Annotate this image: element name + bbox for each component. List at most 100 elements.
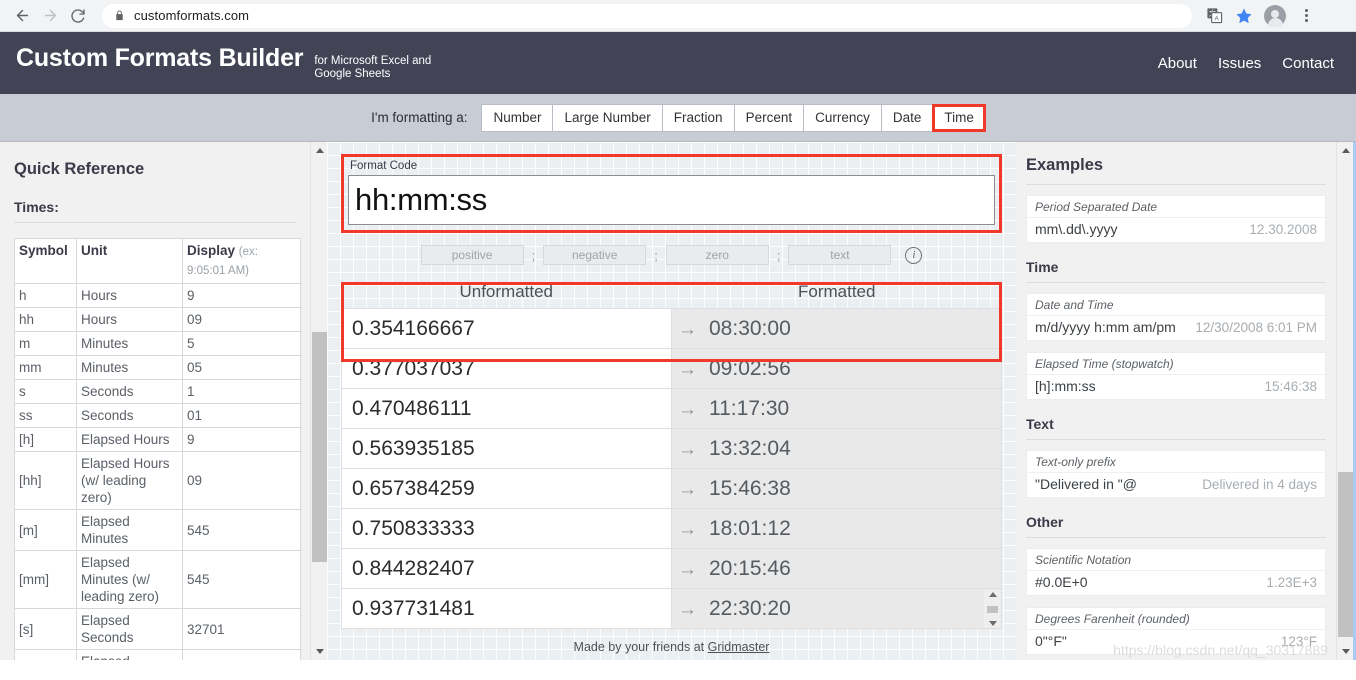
footer-text: Made by your friends at — [573, 640, 708, 654]
col-symbol: Symbol — [14, 238, 77, 284]
chip-text[interactable]: text — [788, 245, 892, 265]
kebab-menu-icon[interactable] — [1292, 2, 1320, 30]
table-row: m Minutes 5 — [14, 331, 301, 356]
url-text: customformats.com — [134, 8, 250, 23]
cell-unit: Hours — [76, 283, 183, 308]
address-bar[interactable]: customformats.com — [102, 3, 1192, 28]
example-card[interactable]: Scientific Notation #0.0E+0 1.23E+3 — [1026, 548, 1326, 596]
table-row: [mm] Elapsed Minutes (w/ leading zero) 545 — [14, 550, 301, 609]
info-icon[interactable]: i — [905, 246, 923, 264]
tab-fraction[interactable]: Fraction — [661, 103, 735, 132]
formatted-value: 18:01:12 — [709, 516, 791, 540]
right-scrollbar[interactable] — [1336, 142, 1353, 660]
scrollbar-thumb[interactable] — [1338, 472, 1353, 637]
watermark: https://blog.csdn.net/qq_30317889 — [1113, 642, 1328, 658]
nav-link-about[interactable]: About — [1158, 55, 1197, 72]
scroll-down-icon[interactable] — [1337, 643, 1354, 660]
example-card[interactable]: Elapsed Time (stopwatch) [h]:mm:ss 15:46:3… — [1026, 352, 1326, 400]
quick-reference-title: Quick Reference — [14, 160, 145, 178]
chip-positive[interactable]: positive — [420, 245, 524, 265]
table-row: ss Seconds 01 — [14, 403, 301, 428]
star-icon[interactable] — [1230, 2, 1258, 30]
table-row: hh Hours 09 — [14, 307, 301, 332]
col-unit: Unit — [76, 238, 183, 284]
cell-symbol: h — [14, 283, 77, 308]
cell-formatted: → 15:46:38 — [671, 468, 1002, 509]
example-card[interactable]: Text-only prefix "Delivered in "@ Delivere… — [1026, 450, 1326, 498]
cell-formatted: → 22:30:20 — [671, 588, 1002, 629]
cell-symbol: s — [14, 379, 77, 404]
cell-display: 1 — [182, 379, 301, 404]
cell-symbol: [m] — [14, 509, 77, 551]
arrow-icon: → — [678, 598, 697, 620]
conversion-scrollbar[interactable] — [984, 590, 1001, 628]
chip-negative[interactable]: negative — [543, 245, 647, 265]
example-card[interactable]: Date and Time m/d/yyyy h:mm am/pm 12/30/20… — [1026, 293, 1326, 341]
format-code-group: Format Code — [341, 154, 1002, 233]
table-row: s Seconds 1 — [14, 379, 301, 404]
brand-subtitle: for Microsoft Excel and Google Sheets — [314, 54, 432, 80]
cell-symbol: mm — [14, 355, 77, 380]
tab-number[interactable]: Number — [481, 103, 554, 132]
brand: Custom Formats Builder for Microsoft Exc… — [16, 44, 444, 83]
formatting-label: I'm formatting a: — [371, 110, 468, 125]
formatted-value: 15:46:38 — [709, 476, 791, 500]
tab-time[interactable]: Time — [932, 103, 986, 132]
chip-separator-1: ; — [531, 247, 536, 263]
arrow-icon: → — [678, 318, 697, 340]
nav-link-issues[interactable]: Issues — [1218, 55, 1261, 72]
scroll-up-icon[interactable] — [311, 142, 328, 159]
example-group-title: Text — [1026, 414, 1326, 440]
avatar-icon[interactable] — [1264, 4, 1286, 27]
back-arrow-icon[interactable] — [8, 2, 36, 30]
cell-unit: Elapsed Minutes — [76, 509, 183, 551]
footer-link-gridmaster[interactable]: Gridmaster — [708, 640, 770, 654]
translate-icon[interactable]: 文A — [1200, 2, 1228, 30]
cell-unit: Elapsed Hours (w/ leading zero) — [76, 451, 183, 510]
conversion-row: 0.377037037 → 09:02:56 — [341, 348, 1002, 389]
forward-arrow-icon[interactable] — [36, 2, 64, 30]
cell-display: 32701 — [182, 649, 301, 660]
main-content: Quick Reference Times: Symbol Unit Displ… — [0, 142, 1356, 660]
conversion-row: 0.937731481 → 22:30:20 — [341, 588, 1002, 629]
cell-formatted: → 08:30:00 — [671, 308, 1002, 349]
example-code: #0.0E+0 — [1035, 574, 1088, 590]
arrow-icon: → — [678, 398, 697, 420]
page-title: Custom Formats Builder — [16, 43, 304, 72]
scroll-up-icon[interactable] — [1337, 142, 1354, 159]
scrollbar-thumb[interactable] — [312, 332, 327, 562]
reload-icon[interactable] — [64, 2, 92, 30]
table-header-row: Symbol Unit Display (ex: 9:05:01 AM) — [14, 238, 301, 284]
arrow-icon: → — [678, 478, 697, 500]
tab-currency[interactable]: Currency — [803, 103, 882, 132]
cell-display: 05 — [182, 355, 301, 380]
conversion-table: 0.354166667 → 08:30:00 0.377037037 → 09:02:56… — [341, 308, 1002, 629]
tab-large-number[interactable]: Large Number — [552, 103, 663, 132]
cell-symbol: [s] — [14, 608, 77, 650]
scroll-down-icon[interactable] — [311, 643, 328, 660]
example-name: Scientific Notation — [1027, 549, 1325, 571]
formatted-value: 11:17:30 — [709, 396, 790, 420]
col-unformatted: Unformatted — [459, 282, 554, 301]
example-name: Text-only prefix — [1027, 451, 1325, 473]
example-value: Delivered in 4 days — [1202, 477, 1317, 492]
conversion-row: 0.750833333 → 18:01:12 — [341, 508, 1002, 549]
scroll-up-icon[interactable] — [988, 592, 997, 597]
formatted-value: 08:30:00 — [709, 316, 791, 340]
scrollbar-thumb[interactable] — [987, 605, 998, 613]
arrow-icon: → — [678, 358, 697, 380]
arrow-icon: → — [678, 518, 697, 540]
left-scrollbar[interactable] — [310, 142, 327, 660]
example-code: [h]:mm:ss — [1035, 378, 1096, 394]
formatted-value: 13:32:04 — [709, 436, 791, 460]
example-name: Elapsed Time (stopwatch) — [1027, 353, 1325, 375]
tab-percent[interactable]: Percent — [733, 103, 805, 132]
nav-link-contact[interactable]: Contact — [1282, 55, 1334, 72]
format-code-input[interactable] — [348, 175, 995, 225]
cell-symbol: [ss] — [14, 649, 77, 660]
scroll-down-icon[interactable] — [988, 621, 997, 626]
example-group-title: Other — [1026, 512, 1326, 538]
tab-date[interactable]: Date — [880, 103, 934, 132]
chip-zero[interactable]: zero — [665, 245, 769, 265]
example-card[interactable]: Period Separated Date mm\.dd\.yyyy 12.30.2… — [1026, 195, 1326, 243]
